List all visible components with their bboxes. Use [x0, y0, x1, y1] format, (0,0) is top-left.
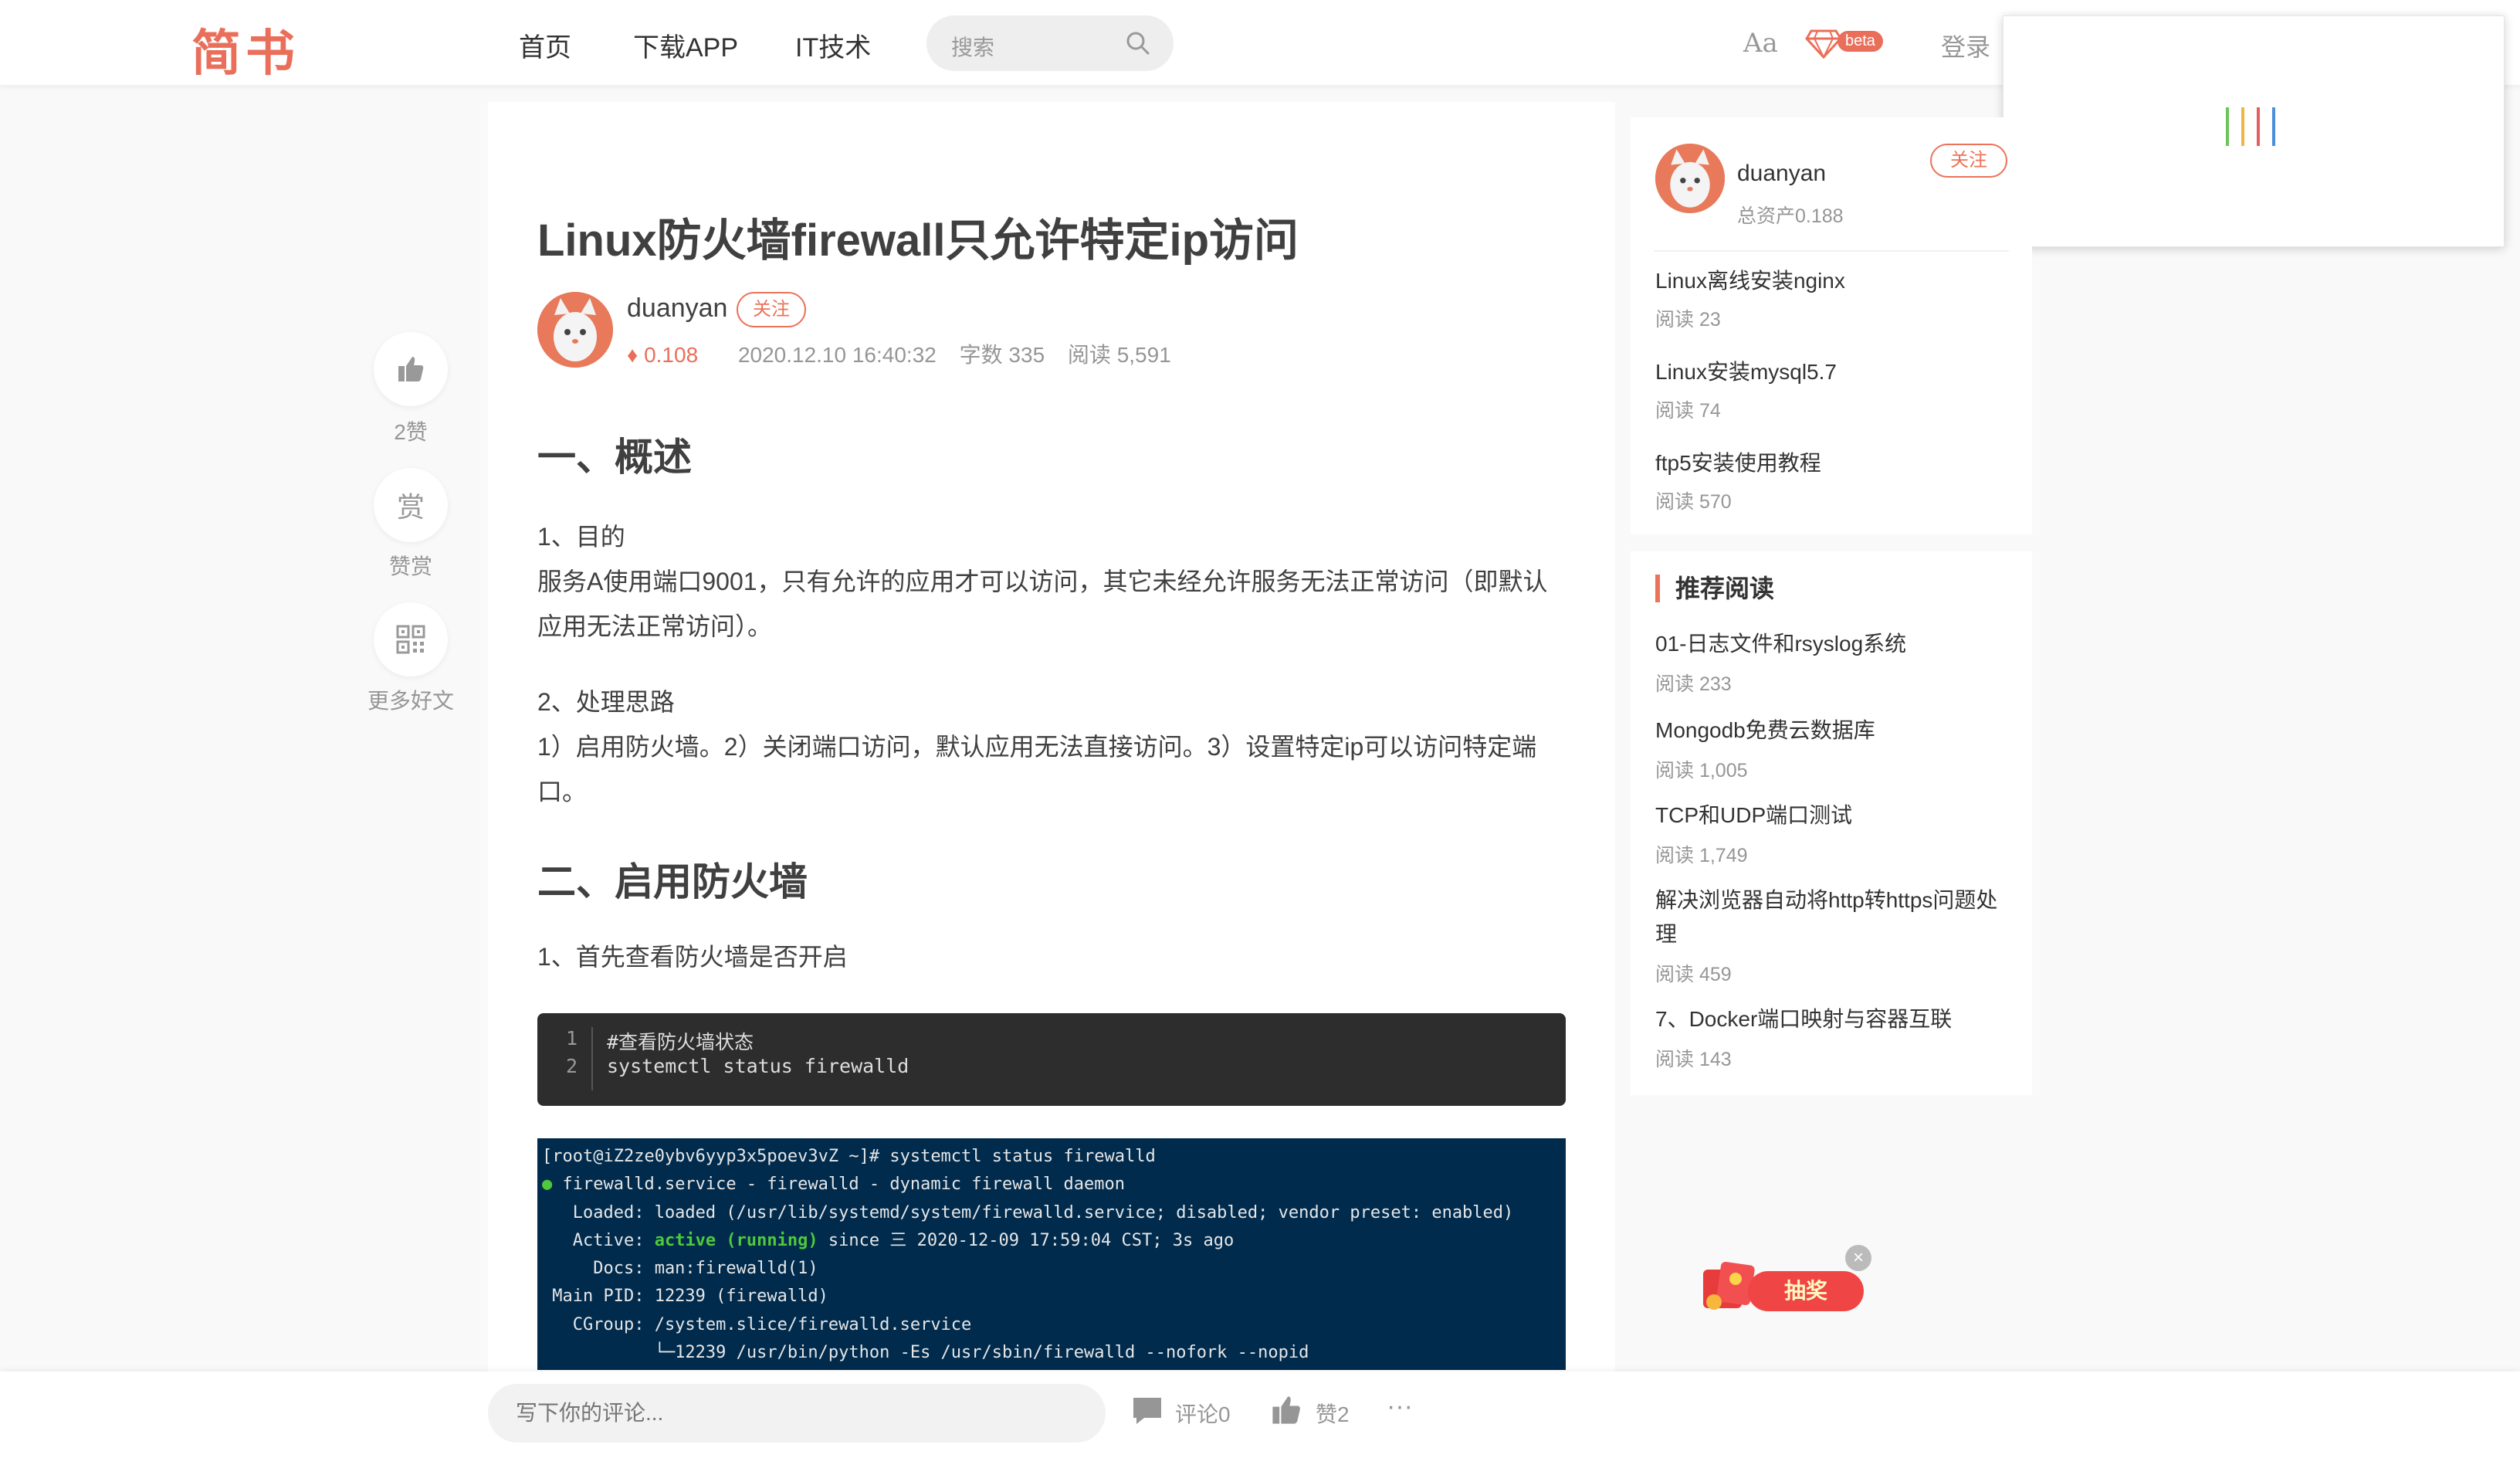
money-value: ♦ 0.108: [627, 343, 699, 367]
recommended-title[interactable]: 7、Docker端口映射与容器互联: [1655, 1002, 2018, 1036]
author-post-reads: 阅读 570: [1655, 491, 1732, 513]
recommended-reads: 阅读 143: [1655, 1049, 1732, 1070]
nav-it-tech[interactable]: IT技术: [795, 26, 871, 64]
reward-label: 赞赏: [388, 554, 432, 578]
sidebar-author-avatar[interactable]: [1655, 144, 1725, 213]
reward-icon: 赏: [396, 491, 425, 523]
cat-avatar-icon: [537, 292, 613, 368]
login-link[interactable]: 登录: [1941, 28, 1990, 63]
section-heading: 二、启用防火墙: [537, 860, 808, 904]
read-count: 阅读 5,591: [1067, 343, 1171, 367]
follow-button[interactable]: 关注: [737, 292, 806, 327]
article-title: Linux防火墙firewall只允许特定ip访问: [537, 215, 1299, 266]
comment-icon[interactable]: [1130, 1393, 1164, 1427]
terminal-screenshot: [root@iZ2ze0ybv6yyp3x5poev3vZ ~]# system…: [537, 1138, 1566, 1370]
section-heading: 一、概述: [537, 436, 692, 479]
word-count: 字数 335: [959, 343, 1045, 367]
article-meta: ♦ 0.108 2020.12.10 16:40:32 字数 335 阅读 5,…: [627, 338, 1188, 369]
line-numbers: 1 2: [537, 1027, 593, 1090]
author-post-title[interactable]: Linux离线安装nginx: [1655, 264, 2018, 298]
jianshu-logo[interactable]: 简书: [191, 14, 300, 85]
recommended-heading: 推荐阅读: [1655, 575, 1774, 602]
code-block[interactable]: 1 2 #查看防火墙状态 systemctl status firewalld: [537, 1013, 1566, 1106]
font-size-toggle[interactable]: Aa: [1743, 28, 1778, 59]
paragraph: 1、首先查看防火墙是否开启: [537, 943, 848, 971]
search-box[interactable]: 搜索: [926, 15, 1174, 71]
like-button[interactable]: [374, 332, 448, 406]
more-options-icon[interactable]: ···: [1387, 1392, 1413, 1422]
recommended-reads: 阅读 459: [1655, 964, 1732, 985]
sidebar-author-name[interactable]: duanyan: [1737, 161, 1826, 187]
like-count[interactable]: 赞2: [1316, 1398, 1350, 1429]
thumbs-up-icon: [398, 357, 424, 381]
close-icon[interactable]: ×: [1845, 1245, 1871, 1271]
author-name[interactable]: duanyan: [627, 293, 727, 324]
author-post-reads: 阅读 23: [1655, 309, 1721, 331]
thumbs-up-icon[interactable]: [1269, 1393, 1303, 1427]
code-lines: #查看防火墙状态 systemctl status firewalld: [607, 1031, 909, 1077]
beta-badge: beta: [1838, 31, 1883, 52]
more-articles-button[interactable]: [374, 602, 448, 676]
author-post-reads: 阅读 74: [1655, 400, 1721, 422]
recommended-reads: 阅读 233: [1655, 673, 1732, 695]
cat-avatar-icon: [1655, 144, 1725, 213]
loading-popup: [2003, 15, 2505, 247]
lottery-widget[interactable]: 抽奖: [1699, 1254, 1868, 1324]
recommended-reads: 阅读 1,005: [1655, 760, 1748, 782]
recommended-title[interactable]: TCP和UDP端口测试: [1655, 799, 2018, 832]
bottom-toolbar: 评论0 赞2 ···: [0, 1372, 2520, 1458]
sidebar-author-assets: 总资产0.188: [1737, 205, 1844, 227]
recommended-reads: 阅读 1,749: [1655, 845, 1748, 866]
comment-input[interactable]: [488, 1384, 1106, 1443]
article-card: Linux防火墙firewall只允许特定ip访问 duanyan 关注 ♦ 0…: [488, 102, 1615, 1458]
recommended-card: 推荐阅读 01-日志文件和rsyslog系统 阅读 233 Mongodb免费云…: [1631, 551, 2032, 1095]
search-input[interactable]: 搜索: [951, 31, 994, 62]
more-articles-label: 更多好文: [367, 689, 454, 713]
lottery-label: 抽奖: [1748, 1271, 1864, 1311]
sidebar-follow-button[interactable]: 关注: [1930, 144, 2007, 178]
recommended-title[interactable]: 解决浏览器自动将http转https问题处理: [1655, 883, 2018, 951]
qrcode-icon: [396, 625, 425, 654]
search-icon[interactable]: [1124, 29, 1152, 57]
diamond-icon[interactable]: [1805, 28, 1842, 59]
comment-count[interactable]: 评论0: [1175, 1398, 1231, 1429]
reward-button[interactable]: 赏: [374, 468, 448, 542]
publish-date: 2020.12.10 16:40:32: [737, 343, 937, 367]
divider: [1654, 250, 2009, 252]
author-post-title[interactable]: Linux安装mysql5.7: [1655, 355, 2018, 389]
loading-spinner: [2226, 107, 2288, 149]
paragraph: 2、处理思路 1）启用防火墙。2）关闭端口访问，默认应用无法直接访问。3）设置特…: [537, 688, 1537, 805]
author-post-title[interactable]: ftp5安装使用教程: [1655, 446, 2018, 480]
nav-download-app[interactable]: 下载APP: [633, 26, 738, 64]
author-card: duanyan 总资产0.188 关注 Linux离线安装nginx 阅读 23…: [1631, 117, 2032, 534]
like-count: 2赞: [394, 420, 428, 444]
author-avatar[interactable]: [537, 292, 613, 368]
nav-home[interactable]: 首页: [519, 26, 571, 64]
recommended-title[interactable]: 01-日志文件和rsyslog系统: [1655, 627, 2018, 661]
recommended-title[interactable]: Mongodb免费云数据库: [1655, 714, 2018, 748]
paragraph: 1、目的 服务A使用端口9001，只有允许的应用才可以访问，其它未经允许服务无法…: [537, 523, 1548, 640]
